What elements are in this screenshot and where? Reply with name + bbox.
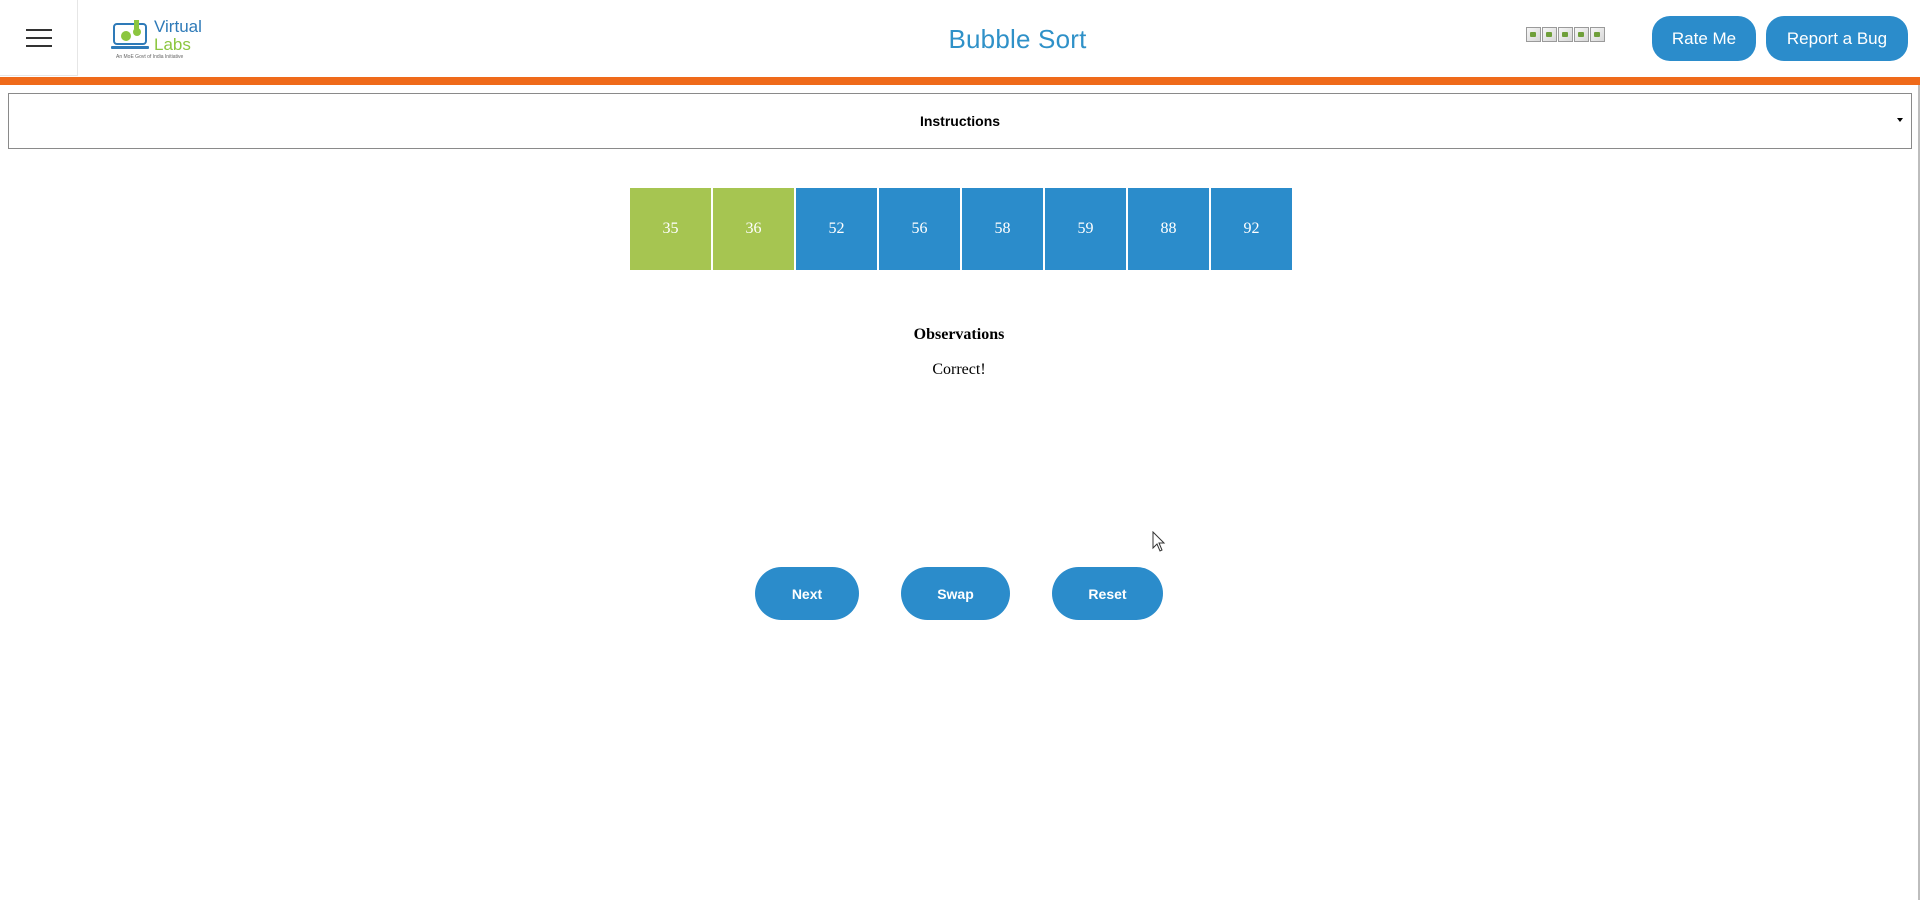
instructions-dropdown[interactable]: Instructions bbox=[8, 93, 1912, 149]
rate-me-button[interactable]: Rate Me bbox=[1652, 16, 1756, 61]
swap-button[interactable]: Swap bbox=[901, 567, 1010, 620]
instructions-label: Instructions bbox=[919, 113, 1001, 129]
array-cell: 58 bbox=[962, 188, 1043, 270]
header-divider bbox=[0, 77, 1920, 85]
array-cell: 52 bbox=[796, 188, 877, 270]
report-bug-button[interactable]: Report a Bug bbox=[1766, 16, 1908, 61]
page-title: Bubble Sort bbox=[948, 24, 1087, 54]
array-cell: 56 bbox=[879, 188, 960, 270]
reset-button[interactable]: Reset bbox=[1052, 567, 1163, 620]
broken-image-icon[interactable] bbox=[1574, 27, 1589, 42]
array-display: 35 36 52 56 58 59 88 92 bbox=[630, 188, 1294, 270]
broken-image-icon[interactable] bbox=[1542, 27, 1557, 42]
header: Virtual Labs An MoE Govt of India Initia… bbox=[0, 0, 1920, 77]
observations-title: Observations bbox=[913, 326, 1005, 343]
caret-down-icon bbox=[1897, 118, 1903, 122]
broken-image-icon[interactable] bbox=[1558, 27, 1573, 42]
mouse-cursor-icon bbox=[1152, 531, 1166, 552]
observations-text: Correct! bbox=[932, 361, 986, 378]
array-cell: 36 bbox=[713, 188, 794, 270]
broken-image-icon[interactable] bbox=[1590, 27, 1605, 42]
array-cell: 88 bbox=[1128, 188, 1209, 270]
next-button[interactable]: Next bbox=[755, 567, 859, 620]
array-cell: 35 bbox=[630, 188, 711, 270]
array-cell: 59 bbox=[1045, 188, 1126, 270]
array-cell: 92 bbox=[1211, 188, 1292, 270]
broken-image-icon[interactable] bbox=[1526, 27, 1541, 42]
rating-images[interactable] bbox=[1526, 27, 1605, 42]
